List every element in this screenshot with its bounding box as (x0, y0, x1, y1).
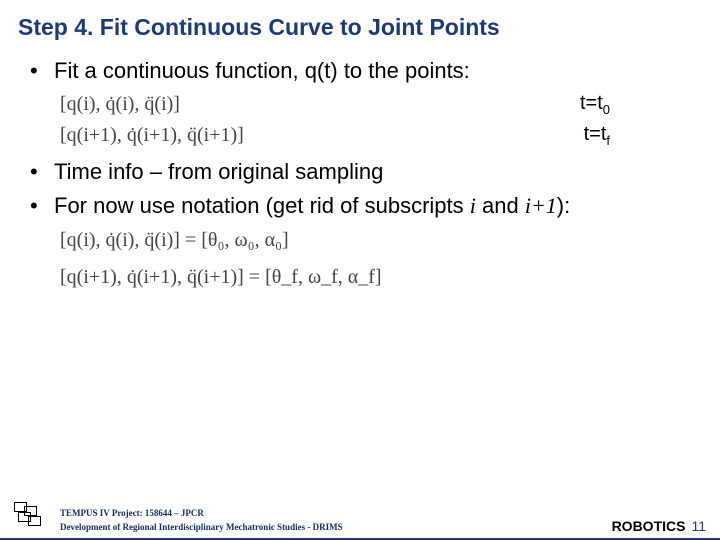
text-and: and (476, 193, 525, 218)
equation-qi1: [q(i+1), q̇(i+1), q̈(i+1)] (60, 124, 244, 147)
equation-qi: [q(i), q̇(i), q̈(i)] (60, 93, 180, 116)
footer: TEMPUS IV Project: 158644 – JPCR Develop… (0, 507, 720, 534)
equation-initial: [q(i), q̇(i), q̈(i)] = [θ₀, ω₀, α₀] (60, 229, 680, 252)
time-prefix: t=t (584, 123, 607, 145)
text-i1: i+1 (525, 193, 557, 218)
text-post: ): (557, 193, 570, 218)
time-sub: f (606, 133, 610, 148)
equation-row-1: [q(i), q̇(i), q̈(i)] t=t0 (60, 92, 680, 117)
equation-row-2: [q(i+1), q̇(i+1), q̈(i+1)] t=tf (60, 123, 680, 148)
footer-line1: TEMPUS IV Project: 158644 – JPCR (60, 507, 343, 521)
bullet-fit-function: Fit a continuous function, q(t) to the p… (54, 57, 680, 86)
time-prefix: t=t (580, 92, 603, 114)
course-label: ROBOTICS (612, 518, 686, 534)
text-pre: For now use notation (get rid of subscri… (54, 193, 470, 218)
time-tf: t=tf (584, 123, 610, 148)
equation-final: [q(i+1), q̇(i+1), q̈(i+1)] = [θ_f, ω_f, … (60, 266, 680, 289)
time-sub: 0 (603, 102, 610, 117)
slide-title: Step 4. Fit Continuous Curve to Joint Po… (0, 0, 720, 47)
slide-content: Fit a continuous function, q(t) to the p… (0, 47, 720, 289)
time-t0: t=t0 (580, 92, 610, 117)
footer-project-info: TEMPUS IV Project: 158644 – JPCR Develop… (60, 507, 343, 534)
footer-line2: Development of Regional Interdisciplinar… (60, 521, 343, 535)
bullet-time-info: Time info – from original sampling (54, 158, 680, 187)
bullet-notation: For now use notation (get rid of subscri… (54, 192, 680, 221)
page-number: 11 (691, 518, 706, 534)
footer-right: ROBOTICS 11 (612, 518, 706, 534)
